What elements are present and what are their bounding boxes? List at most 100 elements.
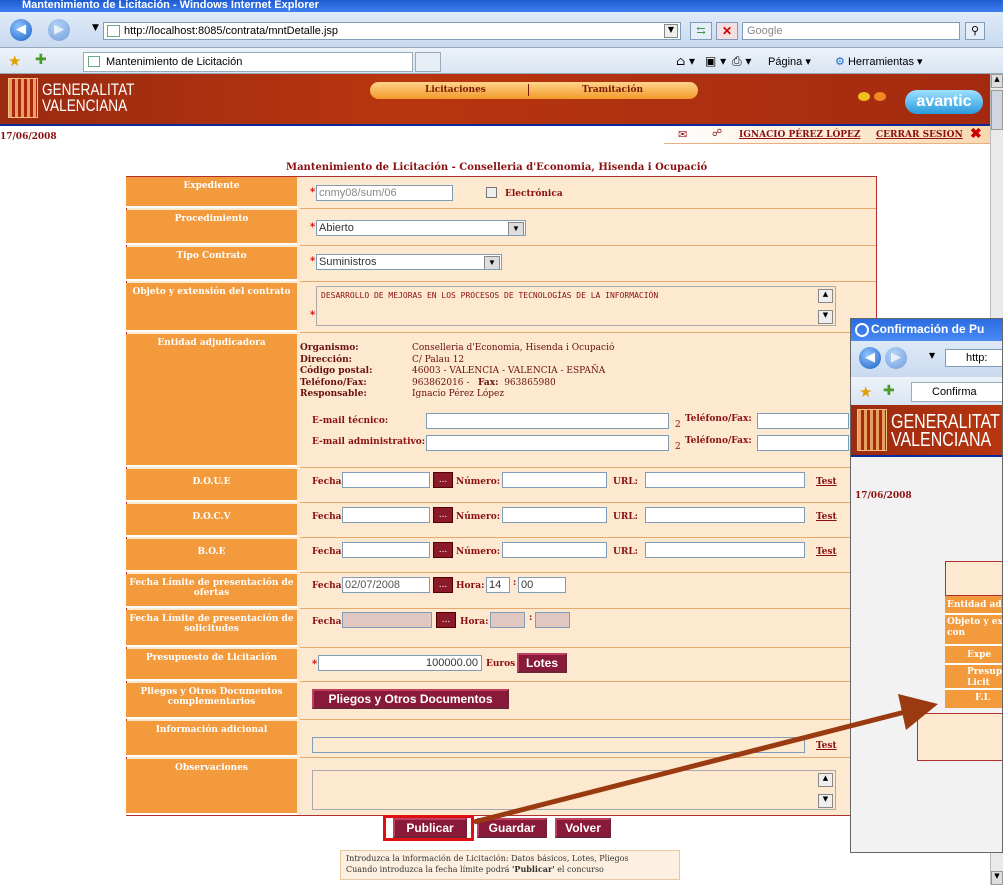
tab-mantenimiento[interactable]: Mantenimiento de Licitación: [83, 52, 413, 72]
guardar-button[interactable]: Guardar: [477, 818, 547, 838]
stop-icon[interactable]: ✕: [716, 22, 738, 40]
popup-back-button[interactable]: ◀: [859, 347, 881, 369]
search-icon[interactable]: ⚲: [965, 22, 985, 40]
favorites-star-icon[interactable]: ★: [8, 52, 21, 70]
feeds-icon[interactable]: ▣ ▾: [705, 54, 726, 68]
refresh-icon[interactable]: ⇆: [690, 22, 712, 40]
add-favorite-icon[interactable]: ✚: [35, 52, 47, 68]
boe-fecha-input[interactable]: [342, 542, 430, 558]
textarea-scroll-up-icon[interactable]: ▲: [818, 773, 833, 787]
limite-solicitudes-calendar-button[interactable]: ...: [436, 612, 456, 628]
pliegos-button[interactable]: Pliegos y Otros Documentos: [312, 689, 509, 709]
mail-icon[interactable]: ✉: [678, 128, 687, 141]
popup-tab[interactable]: Confirma: [911, 382, 1002, 402]
menu-tramitacion[interactable]: Tramitación: [582, 82, 643, 98]
email-admin-input[interactable]: [426, 435, 669, 451]
tools-menu[interactable]: ⚙ Herramientas ▾: [835, 55, 923, 68]
popup-tab-title: Confirma: [932, 386, 977, 398]
print-icon[interactable]: ⎙ ▾: [732, 54, 751, 69]
fecha-label: Fecha: [312, 477, 342, 487]
electronica-checkbox[interactable]: [486, 187, 497, 198]
url-label: URL:: [613, 547, 638, 557]
limite-ofertas-hora-input[interactable]: 14: [486, 577, 510, 593]
publicar-button[interactable]: Publicar: [393, 818, 467, 838]
required-mark: *: [312, 659, 318, 670]
doue-fecha-input[interactable]: [342, 472, 430, 488]
direccion-label: Dirección:: [300, 354, 352, 365]
row-divider: [300, 647, 876, 648]
presupuesto-input[interactable]: 100000.00: [318, 655, 482, 671]
email-tecnico-label: E-mail técnico:: [312, 416, 389, 426]
limite-solicitudes-minutos-input[interactable]: [535, 612, 570, 628]
search-placeholder: Google: [747, 25, 783, 37]
doue-calendar-button[interactable]: ...: [433, 472, 453, 488]
popup-forward-button[interactable]: ▶: [885, 347, 907, 369]
textarea-scroll-up-icon[interactable]: ▲: [818, 289, 833, 303]
docv-calendar-button[interactable]: ...: [433, 507, 453, 523]
docv-fecha-input[interactable]: [342, 507, 430, 523]
boe-numero-input[interactable]: [502, 542, 607, 558]
popup-logo-line2: VALENCIANA: [891, 429, 992, 451]
boe-test-link[interactable]: Test: [816, 547, 837, 557]
procedimiento-select[interactable]: Abierto: [316, 220, 526, 236]
boe-calendar-button[interactable]: ...: [433, 542, 453, 558]
page-menu[interactable]: Página ▾: [768, 55, 811, 68]
docv-test-link[interactable]: Test: [816, 512, 837, 522]
telefono-fax-tecnico-input[interactable]: [757, 413, 849, 429]
lotes-button[interactable]: Lotes: [517, 653, 567, 673]
new-tab-button[interactable]: [415, 52, 441, 72]
limite-ofertas-fecha-input[interactable]: 02/07/2008: [342, 577, 430, 593]
required-mark: *: [310, 187, 316, 198]
user-name-link[interactable]: IGNACIO PÉREZ LÓPEZ: [739, 130, 861, 140]
popup-history-dropdown-icon[interactable]: ▼: [929, 351, 935, 360]
scroll-up-icon[interactable]: ▲: [991, 74, 1003, 88]
scroll-down-icon[interactable]: ▼: [991, 871, 1003, 885]
address-dropdown-icon[interactable]: ▼: [664, 24, 678, 38]
forward-button[interactable]: ▶: [48, 19, 70, 41]
fecha-label: Fecha: [312, 512, 342, 522]
volver-button[interactable]: Volver: [555, 818, 611, 838]
info-adicional-input[interactable]: [312, 737, 805, 753]
textarea-scroll-down-icon[interactable]: ▼: [818, 310, 833, 324]
limite-ofertas-calendar-button[interactable]: ...: [433, 577, 453, 593]
limite-solicitudes-fecha-input[interactable]: [342, 612, 432, 628]
popup-add-favorite-icon[interactable]: ✚: [883, 383, 895, 399]
cp-label: Código postal:: [300, 366, 373, 376]
popup-favorites-star-icon[interactable]: ★: [859, 383, 872, 401]
boe-url-input[interactable]: [645, 542, 805, 558]
home-icon[interactable]: ⌂ ▾: [676, 54, 695, 68]
fax-value: 963865980: [504, 377, 556, 388]
limite-ofertas-minutos-input[interactable]: 00: [518, 577, 566, 593]
scroll-thumb[interactable]: [991, 90, 1003, 130]
label-docv: D.O.C.V: [126, 504, 297, 537]
main-menu: Licitaciones Tramitación: [370, 82, 698, 99]
docv-url-input[interactable]: [645, 507, 805, 523]
sup-mark: 2: [675, 420, 681, 430]
menu-divider: [528, 84, 529, 96]
doue-numero-input[interactable]: [502, 472, 607, 488]
history-dropdown-icon[interactable]: ▼: [92, 23, 99, 33]
objeto-textarea[interactable]: DESARROLLO DE MEJORAS EN LOS PROCESOS DE…: [316, 286, 836, 326]
electronica-label: Electrónica: [505, 189, 563, 199]
menu-licitaciones[interactable]: Licitaciones: [425, 82, 486, 98]
expediente-input[interactable]: cnmy08/sum/06: [316, 185, 453, 201]
back-button[interactable]: ◀: [10, 19, 32, 41]
doue-url-input[interactable]: [645, 472, 805, 488]
logout-close-icon[interactable]: ✖: [970, 126, 982, 142]
logout-link[interactable]: CERRAR SESION: [876, 130, 963, 140]
observaciones-textarea[interactable]: [312, 770, 836, 810]
popup-address-input[interactable]: http:: [945, 349, 1002, 367]
search-input[interactable]: Google: [742, 22, 960, 40]
row-divider: [300, 608, 876, 609]
row-divider: [300, 245, 876, 246]
info-test-link[interactable]: Test: [816, 741, 837, 751]
textarea-scroll-down-icon[interactable]: ▼: [818, 794, 833, 808]
limite-solicitudes-hora-input[interactable]: [490, 612, 525, 628]
docv-numero-input[interactable]: [502, 507, 607, 523]
email-tecnico-input[interactable]: [426, 413, 669, 429]
address-input[interactable]: http://localhost:8085/contrata/mntDetall…: [103, 22, 681, 40]
row-divider: [300, 281, 876, 282]
telefono-fax-admin-input[interactable]: [757, 435, 849, 451]
tipo-contrato-select[interactable]: Suministros: [316, 254, 502, 270]
doue-test-link[interactable]: Test: [816, 477, 837, 487]
